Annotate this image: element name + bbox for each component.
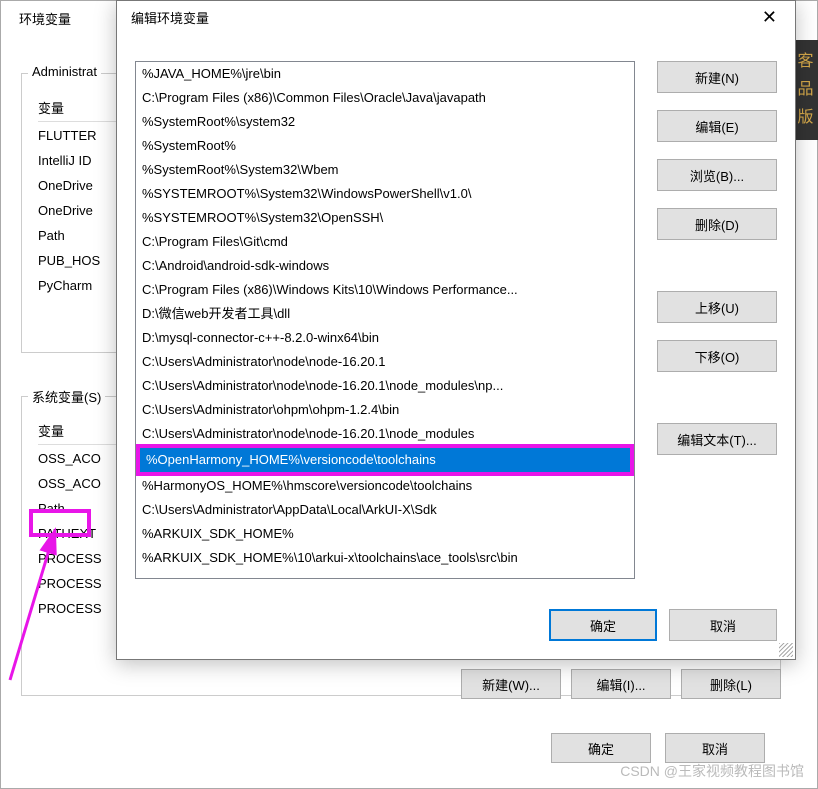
list-item[interactable]: C:\Program Files\Git\cmd	[136, 230, 634, 254]
list-item[interactable]: %JAVA_HOME%\jre\bin	[136, 62, 634, 86]
arrow-annotation	[0, 520, 80, 690]
resize-grip-icon[interactable]	[779, 643, 793, 657]
list-item[interactable]: C:\Users\Administrator\node\node-16.20.1…	[136, 422, 634, 446]
edit-env-var-title: 编辑环境变量	[131, 8, 209, 27]
edit-sys-var-button[interactable]: 编辑(I)...	[571, 669, 671, 699]
close-icon[interactable]: ✕	[756, 7, 783, 28]
right-edge-panel: 客品版	[793, 40, 818, 140]
list-item[interactable]: C:\Android\android-sdk-windows	[136, 254, 634, 278]
list-item[interactable]: C:\Users\Administrator\ohpm\ohpm-1.2.4\b…	[136, 398, 634, 422]
new-path-button[interactable]: 新建(N)	[657, 61, 777, 93]
list-item[interactable]: %HarmonyOS_HOME%\hmscore\versioncode\too…	[136, 474, 634, 498]
list-item[interactable]: D:\mysql-connector-c++-8.2.0-winx64\bin	[136, 326, 634, 350]
list-item-selected[interactable]: %OpenHarmony_HOME%\versioncode\toolchain…	[136, 444, 634, 476]
list-item[interactable]: C:\Users\Administrator\AppData\Local\Ark…	[136, 498, 634, 522]
edit-path-button[interactable]: 编辑(E)	[657, 110, 777, 142]
move-up-button[interactable]: 上移(U)	[657, 291, 777, 323]
list-item[interactable]: %SystemRoot%	[136, 134, 634, 158]
edit-cancel-button[interactable]: 取消	[669, 609, 777, 641]
list-item[interactable]: D:\微信web开发者工具\dll	[136, 302, 634, 326]
env-cancel-button[interactable]: 取消	[665, 733, 765, 763]
path-entries-listbox[interactable]: %JAVA_HOME%\jre\bin C:\Program Files (x8…	[135, 61, 635, 579]
list-item[interactable]: C:\Users\Administrator\node\node-16.20.1	[136, 350, 634, 374]
edit-ok-button[interactable]: 确定	[549, 609, 657, 641]
edit-text-button[interactable]: 编辑文本(T)...	[657, 423, 777, 455]
list-item[interactable]: %SystemRoot%\system32	[136, 110, 634, 134]
watermark-text: CSDN @王家视频教程图书馆	[620, 761, 804, 781]
list-item[interactable]: %SYSTEMROOT%\System32\OpenSSH\	[136, 206, 634, 230]
delete-sys-var-button[interactable]: 删除(L)	[681, 669, 781, 699]
move-down-button[interactable]: 下移(O)	[657, 340, 777, 372]
env-ok-button[interactable]: 确定	[551, 733, 651, 763]
list-item[interactable]: C:\Program Files (x86)\Common Files\Orac…	[136, 86, 634, 110]
new-sys-var-button[interactable]: 新建(W)...	[461, 669, 561, 699]
delete-path-button[interactable]: 删除(D)	[657, 208, 777, 240]
list-item[interactable]: %ARKUIX_SDK_HOME%\10\arkui-x\toolchains\…	[136, 546, 634, 570]
browse-path-button[interactable]: 浏览(B)...	[657, 159, 777, 191]
list-item[interactable]: %SYSTEMROOT%\System32\WindowsPowerShell\…	[136, 182, 634, 206]
user-vars-legend: Administrat	[28, 64, 101, 79]
sys-vars-legend: 系统变量(S)	[28, 387, 105, 406]
list-item[interactable]: C:\Program Files (x86)\Windows Kits\10\W…	[136, 278, 634, 302]
list-item[interactable]: %ARKUIX_SDK_HOME%	[136, 522, 634, 546]
edit-env-var-dialog: 编辑环境变量 ✕ %JAVA_HOME%\jre\bin C:\Program …	[116, 0, 796, 660]
list-item[interactable]: C:\Users\Administrator\node\node-16.20.1…	[136, 374, 634, 398]
list-item[interactable]: %SystemRoot%\System32\Wbem	[136, 158, 634, 182]
